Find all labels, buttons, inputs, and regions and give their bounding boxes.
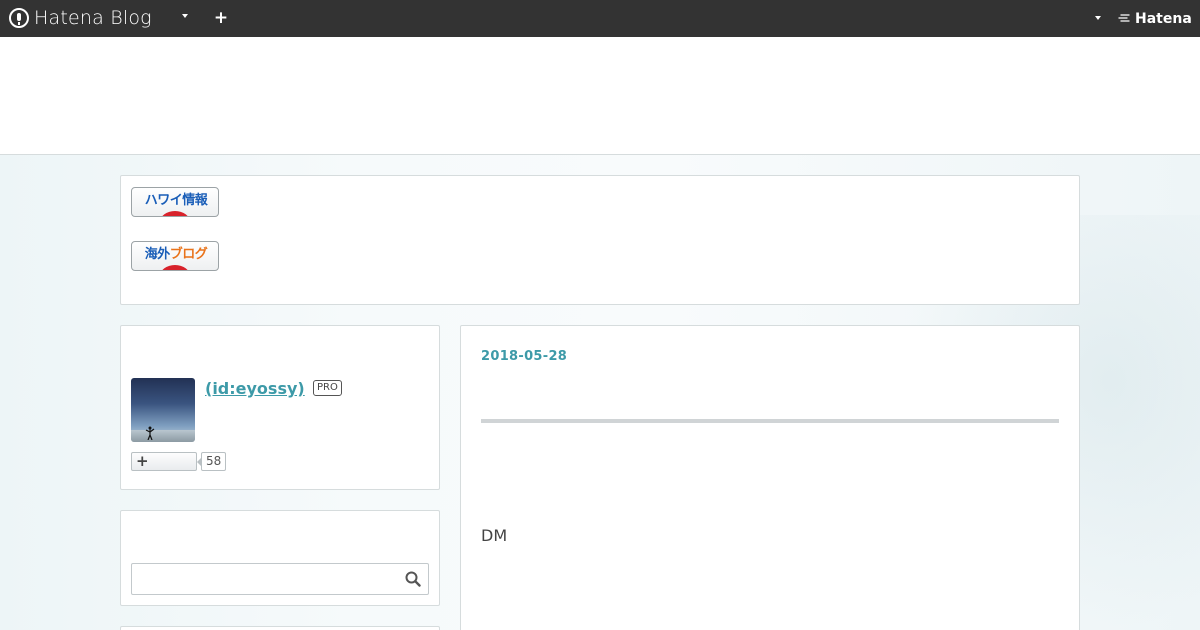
banner-text: ハワイ情報 <box>144 193 208 208</box>
search-icon[interactable] <box>405 571 421 587</box>
article-entry: 2018-05-28 DM <box>460 325 1080 630</box>
pro-badge: PRO <box>313 380 342 396</box>
search-module <box>120 510 440 606</box>
avatar-horizon <box>131 430 195 442</box>
blog-menu-caret-down-icon[interactable] <box>182 14 188 18</box>
hatena-logo-text: Hatena <box>1135 11 1192 27</box>
global-header: Hatena Blog + Hatena <box>0 0 1200 37</box>
hatena-logo-icon <box>1118 14 1130 22</box>
avatar[interactable] <box>131 378 195 442</box>
plus-icon: + <box>136 452 149 470</box>
overseas-blog-banner[interactable]: 海外ブログ <box>131 241 219 271</box>
hatena-logo-link[interactable]: Hatena <box>1118 10 1192 28</box>
blog-header <box>0 37 1200 155</box>
hawaii-info-banner[interactable]: ハワイ情報 <box>131 187 219 217</box>
person-silhouette-icon <box>145 426 155 440</box>
banner-module: ハワイ情報 海外ブログ <box>120 175 1080 305</box>
follow-button[interactable]: + <box>131 452 197 471</box>
article-title-divider <box>481 419 1059 423</box>
brand-title: Hatena Blog <box>34 7 152 29</box>
banner-text-part-a: 海外 <box>144 247 171 262</box>
article-date-link[interactable]: 2018-05-28 <box>481 349 567 364</box>
add-plus-icon[interactable]: + <box>213 9 229 27</box>
profile-module: (id:eyossy) PRO + 58 <box>120 325 440 490</box>
red-sun-icon <box>160 211 190 216</box>
profile-name-link[interactable]: (id:eyossy) <box>205 379 305 398</box>
user-menu-caret-down-icon[interactable] <box>1095 16 1101 20</box>
search-input[interactable] <box>131 563 429 595</box>
follower-count-badge: 58 <box>196 452 227 471</box>
article-body-text: DM <box>481 526 508 545</box>
banner-text-part-b: ブログ <box>169 247 208 262</box>
hatena-blog-logo-icon <box>9 8 29 28</box>
hatena-blog-brand-link[interactable]: Hatena Blog <box>9 6 152 30</box>
sidebar-module <box>120 626 440 630</box>
red-sun-icon <box>160 265 190 270</box>
